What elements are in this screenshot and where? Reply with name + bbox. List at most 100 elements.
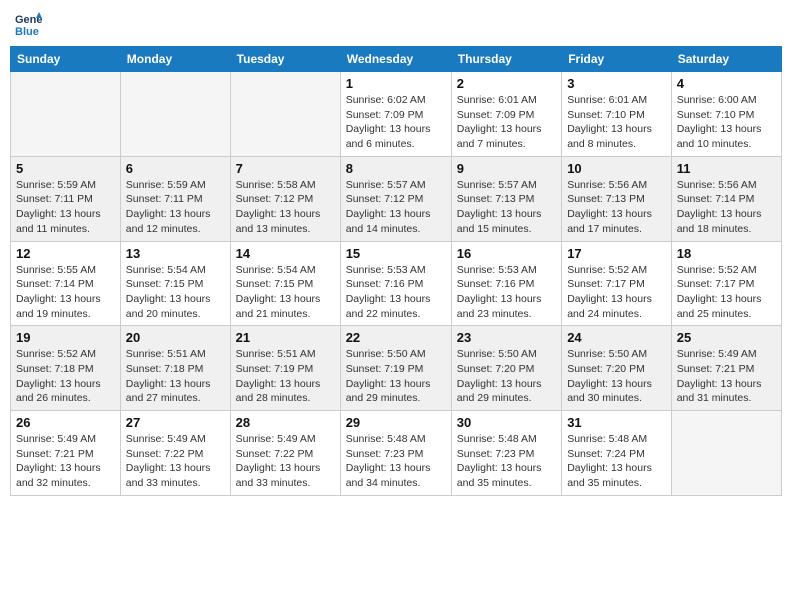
calendar-cell: 5 Sunrise: 5:59 AMSunset: 7:11 PMDaylight…	[11, 156, 121, 241]
day-info: Sunrise: 5:49 AMSunset: 7:22 PMDaylight:…	[126, 432, 225, 491]
day-info: Sunrise: 5:48 AMSunset: 7:23 PMDaylight:…	[457, 432, 556, 491]
day-number: 31	[567, 415, 666, 430]
day-number: 15	[346, 246, 446, 261]
day-number: 5	[16, 161, 115, 176]
calendar-cell: 30 Sunrise: 5:48 AMSunset: 7:23 PMDayligh…	[451, 411, 561, 496]
weekday-header: Sunday	[11, 47, 121, 72]
day-info: Sunrise: 5:59 AMSunset: 7:11 PMDaylight:…	[16, 178, 115, 237]
day-number: 19	[16, 330, 115, 345]
day-number: 6	[126, 161, 225, 176]
day-number: 26	[16, 415, 115, 430]
calendar-cell: 12 Sunrise: 5:55 AMSunset: 7:14 PMDayligh…	[11, 241, 121, 326]
calendar-cell: 31 Sunrise: 5:48 AMSunset: 7:24 PMDayligh…	[562, 411, 672, 496]
day-number: 30	[457, 415, 556, 430]
calendar-cell: 6 Sunrise: 5:59 AMSunset: 7:11 PMDaylight…	[120, 156, 230, 241]
svg-text:Blue: Blue	[15, 26, 39, 38]
day-info: Sunrise: 5:57 AMSunset: 7:12 PMDaylight:…	[346, 178, 446, 237]
calendar-table: SundayMondayTuesdayWednesdayThursdayFrid…	[10, 46, 782, 496]
calendar-cell: 22 Sunrise: 5:50 AMSunset: 7:19 PMDayligh…	[340, 326, 451, 411]
day-info: Sunrise: 5:49 AMSunset: 7:22 PMDaylight:…	[236, 432, 335, 491]
logo: General Blue	[14, 10, 44, 38]
day-number: 20	[126, 330, 225, 345]
weekday-header: Friday	[562, 47, 672, 72]
day-info: Sunrise: 6:01 AMSunset: 7:10 PMDaylight:…	[567, 93, 666, 152]
calendar-cell: 1Sunrise: 6:02 AMSunset: 7:09 PMDaylight…	[340, 72, 451, 157]
day-number: 10	[567, 161, 666, 176]
calendar-week-row: 1Sunrise: 6:02 AMSunset: 7:09 PMDaylight…	[11, 72, 782, 157]
calendar-cell: 27 Sunrise: 5:49 AMSunset: 7:22 PMDayligh…	[120, 411, 230, 496]
day-number: 28	[236, 415, 335, 430]
day-info: Sunrise: 5:53 AMSunset: 7:16 PMDaylight:…	[457, 263, 556, 322]
day-number: 29	[346, 415, 446, 430]
calendar-cell: 28 Sunrise: 5:49 AMSunset: 7:22 PMDayligh…	[230, 411, 340, 496]
day-number: 14	[236, 246, 335, 261]
day-info: Sunrise: 5:56 AMSunset: 7:13 PMDaylight:…	[567, 178, 666, 237]
day-info: Sunrise: 5:49 AMSunset: 7:21 PMDaylight:…	[16, 432, 115, 491]
calendar-cell	[230, 72, 340, 157]
day-number: 4	[677, 76, 776, 91]
day-number: 1	[346, 76, 446, 91]
day-info: Sunrise: 5:56 AMSunset: 7:14 PMDaylight:…	[677, 178, 776, 237]
day-number: 13	[126, 246, 225, 261]
calendar-header-row: SundayMondayTuesdayWednesdayThursdayFrid…	[11, 47, 782, 72]
day-number: 12	[16, 246, 115, 261]
calendar-cell	[11, 72, 121, 157]
calendar-cell: 26 Sunrise: 5:49 AMSunset: 7:21 PMDayligh…	[11, 411, 121, 496]
day-info: Sunrise: 5:48 AMSunset: 7:24 PMDaylight:…	[567, 432, 666, 491]
calendar-cell: 17 Sunrise: 5:52 AMSunset: 7:17 PMDayligh…	[562, 241, 672, 326]
calendar-week-row: 19 Sunrise: 5:52 AMSunset: 7:18 PMDayligh…	[11, 326, 782, 411]
day-info: Sunrise: 5:48 AMSunset: 7:23 PMDaylight:…	[346, 432, 446, 491]
calendar-cell: 2Sunrise: 6:01 AMSunset: 7:09 PMDaylight…	[451, 72, 561, 157]
calendar-cell: 7Sunrise: 5:58 AMSunset: 7:12 PMDaylight…	[230, 156, 340, 241]
day-info: Sunrise: 5:50 AMSunset: 7:19 PMDaylight:…	[346, 347, 446, 406]
day-info: Sunrise: 5:54 AMSunset: 7:15 PMDaylight:…	[126, 263, 225, 322]
day-number: 17	[567, 246, 666, 261]
day-number: 25	[677, 330, 776, 345]
day-number: 3	[567, 76, 666, 91]
calendar-cell: 21 Sunrise: 5:51 AMSunset: 7:19 PMDayligh…	[230, 326, 340, 411]
calendar-cell: 11Sunrise: 5:56 AMSunset: 7:14 PMDayligh…	[671, 156, 781, 241]
day-info: Sunrise: 5:52 AMSunset: 7:18 PMDaylight:…	[16, 347, 115, 406]
calendar-cell: 4 Sunrise: 6:00 AMSunset: 7:10 PMDaylight…	[671, 72, 781, 157]
day-number: 24	[567, 330, 666, 345]
calendar-cell: 14 Sunrise: 5:54 AMSunset: 7:15 PMDayligh…	[230, 241, 340, 326]
day-info: Sunrise: 5:55 AMSunset: 7:14 PMDaylight:…	[16, 263, 115, 322]
day-number: 8	[346, 161, 446, 176]
day-number: 27	[126, 415, 225, 430]
calendar-cell: 16 Sunrise: 5:53 AMSunset: 7:16 PMDayligh…	[451, 241, 561, 326]
logo-icon: General Blue	[14, 10, 42, 38]
day-info: Sunrise: 5:51 AMSunset: 7:19 PMDaylight:…	[236, 347, 335, 406]
day-number: 23	[457, 330, 556, 345]
calendar-cell: 18Sunrise: 5:52 AMSunset: 7:17 PMDayligh…	[671, 241, 781, 326]
day-info: Sunrise: 5:57 AMSunset: 7:13 PMDaylight:…	[457, 178, 556, 237]
calendar-week-row: 5 Sunrise: 5:59 AMSunset: 7:11 PMDaylight…	[11, 156, 782, 241]
day-number: 7	[236, 161, 335, 176]
page-header: General Blue	[10, 10, 782, 38]
calendar-cell	[671, 411, 781, 496]
calendar-cell: 13 Sunrise: 5:54 AMSunset: 7:15 PMDayligh…	[120, 241, 230, 326]
weekday-header: Wednesday	[340, 47, 451, 72]
day-info: Sunrise: 5:59 AMSunset: 7:11 PMDaylight:…	[126, 178, 225, 237]
day-info: Sunrise: 5:49 AMSunset: 7:21 PMDaylight:…	[677, 347, 776, 406]
calendar-cell: 24Sunrise: 5:50 AMSunset: 7:20 PMDayligh…	[562, 326, 672, 411]
calendar-cell: 25 Sunrise: 5:49 AMSunset: 7:21 PMDayligh…	[671, 326, 781, 411]
calendar-cell: 9 Sunrise: 5:57 AMSunset: 7:13 PMDaylight…	[451, 156, 561, 241]
calendar-cell: 8 Sunrise: 5:57 AMSunset: 7:12 PMDaylight…	[340, 156, 451, 241]
day-number: 9	[457, 161, 556, 176]
day-info: Sunrise: 6:00 AMSunset: 7:10 PMDaylight:…	[677, 93, 776, 152]
day-info: Sunrise: 6:01 AMSunset: 7:09 PMDaylight:…	[457, 93, 556, 152]
weekday-header: Tuesday	[230, 47, 340, 72]
weekday-header: Saturday	[671, 47, 781, 72]
calendar-cell: 23 Sunrise: 5:50 AMSunset: 7:20 PMDayligh…	[451, 326, 561, 411]
calendar-week-row: 12 Sunrise: 5:55 AMSunset: 7:14 PMDayligh…	[11, 241, 782, 326]
weekday-header: Monday	[120, 47, 230, 72]
day-info: Sunrise: 5:51 AMSunset: 7:18 PMDaylight:…	[126, 347, 225, 406]
calendar-cell	[120, 72, 230, 157]
day-number: 21	[236, 330, 335, 345]
calendar-cell: 10 Sunrise: 5:56 AMSunset: 7:13 PMDayligh…	[562, 156, 672, 241]
day-info: Sunrise: 5:52 AMSunset: 7:17 PMDaylight:…	[567, 263, 666, 322]
day-info: Sunrise: 5:50 AMSunset: 7:20 PMDaylight:…	[457, 347, 556, 406]
day-number: 16	[457, 246, 556, 261]
day-number: 22	[346, 330, 446, 345]
day-info: Sunrise: 5:54 AMSunset: 7:15 PMDaylight:…	[236, 263, 335, 322]
